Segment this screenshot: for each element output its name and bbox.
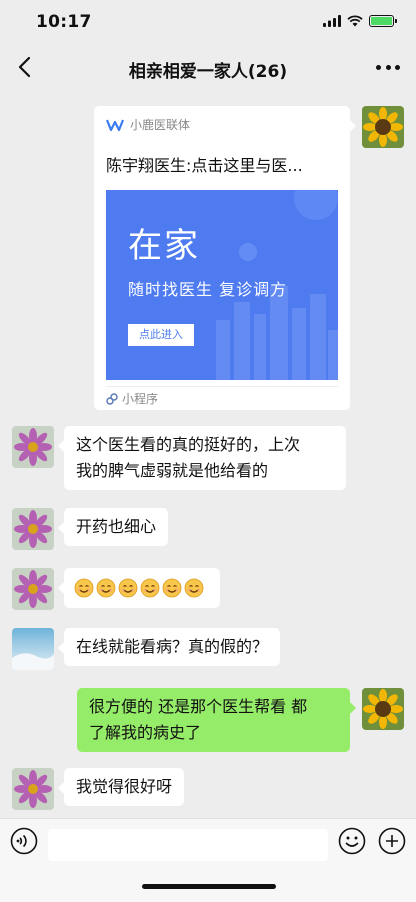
emoji-row [74,577,210,598]
mini-program-source-name: 小鹿医联体 [130,118,191,132]
signal-icon [323,15,341,27]
mini-program-footer: 小程序 [106,390,158,407]
chat-title: 相亲相爱一家人(26) [128,62,288,82]
smile-emoji [162,578,182,598]
flower-avatar[interactable] [12,508,54,550]
message-line: 很方便的 还是那个医生帮看 都 [89,697,308,716]
message-bubble[interactable]: 在线就能看病？真的假的？ [57,628,281,666]
voice-icon[interactable] [10,827,38,855]
message-bubble[interactable]: 这个医生看的真的挺好的，上次 我的脾气虚弱就是他给看的 [58,426,346,490]
status-time: 10:17 [36,12,92,32]
home-indicator [142,884,276,889]
wifi-icon [347,15,363,27]
sunflower-avatar[interactable] [362,688,404,730]
sunflower-avatar[interactable] [362,106,404,148]
mini-program-banner: 在家 随时找医生 复诊调方 点此进入 [106,190,338,380]
banner-subtitle: 随时找医生 复诊调方 [128,280,288,299]
banner-headline: 在家 [128,226,200,266]
smile-emoji [118,578,138,598]
message-line: 了解我的病史了 [89,723,202,742]
self-message-bubble[interactable]: 很方便的 还是那个医生帮看 都 了解我的病史了 [77,688,356,752]
mini-program-title: 陈宇翔医生:点击这里与医... [106,156,303,175]
smile-emoji [74,578,94,598]
mini-program-logo-icon [106,119,124,131]
message-input[interactable] [48,829,328,861]
sky-avatar[interactable] [12,628,54,670]
more-icon[interactable] [376,58,400,76]
message-line: 我的脾气虚弱就是他给看的 [76,461,269,480]
smile-emoji [184,578,204,598]
banner-enter-button[interactable]: 点此进入 [128,324,194,346]
message-bubble[interactable]: 我觉得很好呀 [57,768,185,806]
flower-avatar[interactable] [12,768,54,810]
nav-bar: 相亲相爱一家人(26) [0,44,416,90]
smile-emoji [140,578,160,598]
message-text: 在线就能看病？真的假的？ [76,637,269,656]
status-bar: 10:17 [0,0,416,44]
flower-avatar[interactable] [12,426,54,468]
status-icons [323,15,397,27]
message-line: 这个医生看的真的挺好的，上次 [76,435,301,454]
emoji-message-bubble[interactable] [58,568,220,608]
message-text: 开药也细心 [76,517,157,536]
plus-icon[interactable] [378,827,406,855]
message-text: 我觉得很好呀 [76,777,173,796]
mini-program-icon [106,392,118,405]
flower-avatar[interactable] [12,568,54,610]
input-bar [0,818,416,902]
emoji-icon[interactable] [338,827,366,855]
mini-program-source: 小鹿医联体 [106,116,190,133]
card-divider [106,386,338,387]
battery-icon [369,15,397,27]
smile-emoji [96,578,116,598]
mini-program-card[interactable]: 小鹿医联体 陈宇翔医生:点击这里与医... 在家 随时找医生 复诊调方 点此进入 [94,106,356,410]
message-bubble[interactable]: 开药也细心 [57,508,169,546]
mini-program-footer-label: 小程序 [122,392,159,406]
